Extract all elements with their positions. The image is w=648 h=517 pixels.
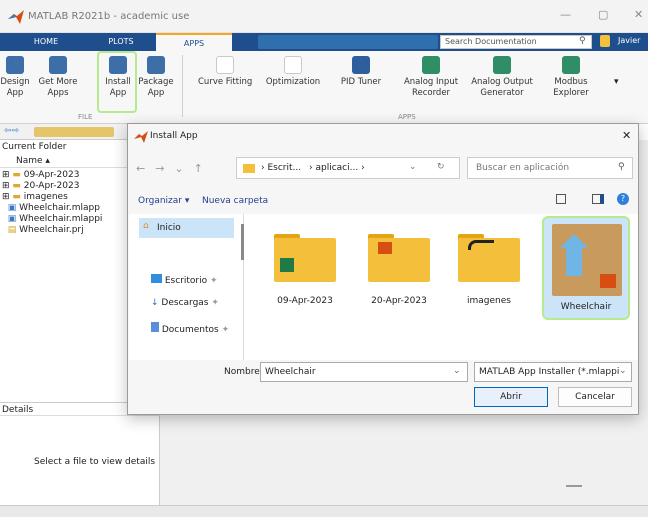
- filetype-select[interactable]: MATLAB App Installer (*.mlappi ⌄: [474, 362, 632, 382]
- app-pid-tuner[interactable]: PID Tuner: [336, 56, 386, 88]
- search-icon: ⚲: [618, 162, 625, 172]
- app-optimization[interactable]: Optimization: [264, 56, 322, 88]
- list-item[interactable]: ▤ Wheelchair.prj: [2, 225, 102, 236]
- address-toolbar[interactable]: ⇦⇨: [0, 124, 130, 140]
- chevron-down-icon: ⌄: [619, 366, 627, 376]
- navigation-pane: Inicio ⌂ Escritorio ✦ ↓ Descargas ✦ Docum…: [129, 214, 244, 360]
- app-curve-fitting[interactable]: Curve Fitting: [198, 56, 252, 88]
- dialog-title: Install App: [150, 131, 198, 141]
- dialog-close-button[interactable]: ✕: [622, 129, 631, 142]
- file-section-label: FILE: [78, 113, 93, 121]
- breadcrumb-desktop[interactable]: › Escrit...: [261, 163, 301, 173]
- app-analog-output-generator[interactable]: Analog Output Generator: [468, 56, 536, 99]
- current-folder-title: Current Folder: [2, 142, 67, 152]
- close-window-button[interactable]: ✕: [634, 8, 643, 21]
- quick-access-toolbar[interactable]: [258, 35, 438, 49]
- tab-apps[interactable]: APPS: [156, 33, 232, 51]
- filename-input[interactable]: Wheelchair ⌄: [260, 362, 468, 382]
- downloads-icon: ↓: [151, 298, 159, 308]
- nav-item-home[interactable]: Inicio ⌂: [139, 218, 234, 238]
- folder-item[interactable]: 20-Apr-2023: [364, 226, 434, 316]
- help-notifications-icon[interactable]: [600, 35, 610, 47]
- search-placeholder: Search Documentation: [445, 37, 537, 46]
- design-app-button[interactable]: Design App: [0, 56, 30, 99]
- expand-apps-gallery-icon[interactable]: ▾: [614, 77, 619, 87]
- folder-item[interactable]: imagenes: [454, 226, 524, 316]
- pin-icon: ✦: [210, 276, 218, 286]
- details-message: Select a file to view details: [34, 457, 156, 467]
- title-bar: MATLAB R2021b - academic use — ▢ ✕: [0, 0, 648, 33]
- view-options-icon[interactable]: [556, 194, 566, 204]
- status-bar: [0, 505, 648, 517]
- nav-item-documents[interactable]: Documentos ✦: [151, 322, 229, 335]
- cancel-button[interactable]: Cancelar: [558, 387, 632, 407]
- apps-section-label: APPS: [398, 113, 416, 121]
- folder-search-input[interactable]: Buscar en aplicación ⚲: [467, 157, 633, 179]
- app-analog-input-recorder[interactable]: Analog Input Recorder: [400, 56, 462, 99]
- search-documentation-input[interactable]: Search Documentation ⚲: [440, 35, 592, 49]
- install-app-dialog: Install App ✕ ←→⌄↑ › Escrit... › aplicac…: [127, 123, 639, 415]
- selected-file-item[interactable]: Wheelchair: [542, 216, 630, 320]
- breadcrumb-aplicaciones[interactable]: › aplicaci... ›: [309, 163, 365, 173]
- new-folder-button[interactable]: Nueva carpeta: [202, 196, 268, 206]
- list-item[interactable]: ▣ Wheelchair.mlappi: [2, 214, 103, 225]
- search-icon: ⚲: [579, 36, 586, 46]
- modbus-icon: [562, 56, 580, 74]
- open-button[interactable]: Abrir: [474, 387, 548, 407]
- folder-item[interactable]: 09-Apr-2023: [270, 226, 340, 316]
- matlab-logo-icon: [8, 10, 24, 24]
- curve-fitting-icon: [216, 56, 234, 74]
- folder-tools-icon[interactable]: [34, 127, 114, 137]
- list-item[interactable]: ▣ Wheelchair.mlapp: [2, 203, 102, 214]
- design-app-icon: [6, 56, 24, 74]
- organize-button[interactable]: Organizar ▾: [138, 196, 189, 206]
- install-app-highlight: [97, 51, 137, 113]
- folder-icon: [274, 230, 336, 282]
- panel-grip: [566, 485, 582, 487]
- download-icon: [49, 56, 67, 74]
- user-name[interactable]: Javier: [618, 36, 640, 45]
- tab-plots[interactable]: PLOTS: [96, 33, 146, 51]
- app-title: MATLAB R2021b - academic use: [28, 11, 190, 22]
- tab-home[interactable]: HOME: [18, 33, 74, 51]
- folder-icon: [458, 230, 520, 282]
- nav-item-desktop[interactable]: Escritorio ✦: [151, 274, 218, 286]
- list-item[interactable]: ⊞ ▬ imagenes: [2, 192, 102, 203]
- preview-pane-icon[interactable]: [592, 194, 604, 204]
- optimization-icon: [284, 56, 302, 74]
- app-modbus-explorer[interactable]: Modbus Explorer: [546, 56, 596, 99]
- chevron-down-icon: ⌄: [453, 366, 461, 376]
- list-item[interactable]: ⊞ ▬ 20-Apr-2023: [2, 181, 102, 192]
- section-divider: [182, 55, 183, 117]
- dropdown-chevron-icon[interactable]: ⌄: [409, 162, 417, 172]
- folder-icon: [243, 164, 255, 173]
- maximize-button[interactable]: ▢: [598, 8, 608, 21]
- minimize-button[interactable]: —: [560, 8, 571, 21]
- file-grid: 09-Apr-2023 20-Apr-2023 imagenes Wheelch…: [244, 214, 638, 360]
- pin-icon: ✦: [221, 325, 230, 335]
- help-icon[interactable]: ?: [617, 193, 629, 205]
- package-app-button[interactable]: Package App: [138, 56, 174, 99]
- pin-icon: ✦: [211, 298, 219, 308]
- nav-back-forward-icon[interactable]: ⇦⇨: [4, 126, 19, 136]
- toolstrip-tabs: HOME PLOTS APPS Search Documentation ⚲ Ja…: [0, 33, 648, 51]
- pid-tuner-icon: [352, 56, 370, 74]
- breadcrumb-bar[interactable]: › Escrit... › aplicaci... › ⌄ ↻: [236, 157, 460, 179]
- folder-icon: [368, 230, 430, 282]
- refresh-icon[interactable]: ↻: [437, 162, 445, 172]
- analog-output-icon: [493, 56, 511, 74]
- analog-input-icon: [422, 56, 440, 74]
- folder-file-list: ⊞ ▬ 09-Apr-2023 ⊞ ▬ 20-Apr-2023 ⊞ ▬ imag…: [2, 170, 102, 236]
- dialog-nav-arrows-icon[interactable]: ←→⌄↑: [136, 162, 213, 175]
- matlab-dialog-icon: [134, 131, 148, 143]
- list-item[interactable]: ⊞ ▬ 09-Apr-2023: [2, 170, 102, 181]
- nav-item-downloads[interactable]: ↓ Descargas ✦: [151, 298, 219, 308]
- package-icon: [147, 56, 165, 74]
- filename-label: Nombre:: [224, 367, 263, 377]
- app-installer-icon: [552, 224, 622, 296]
- get-more-apps-button[interactable]: Get More Apps: [36, 56, 80, 99]
- home-icon: ⌂: [143, 221, 149, 231]
